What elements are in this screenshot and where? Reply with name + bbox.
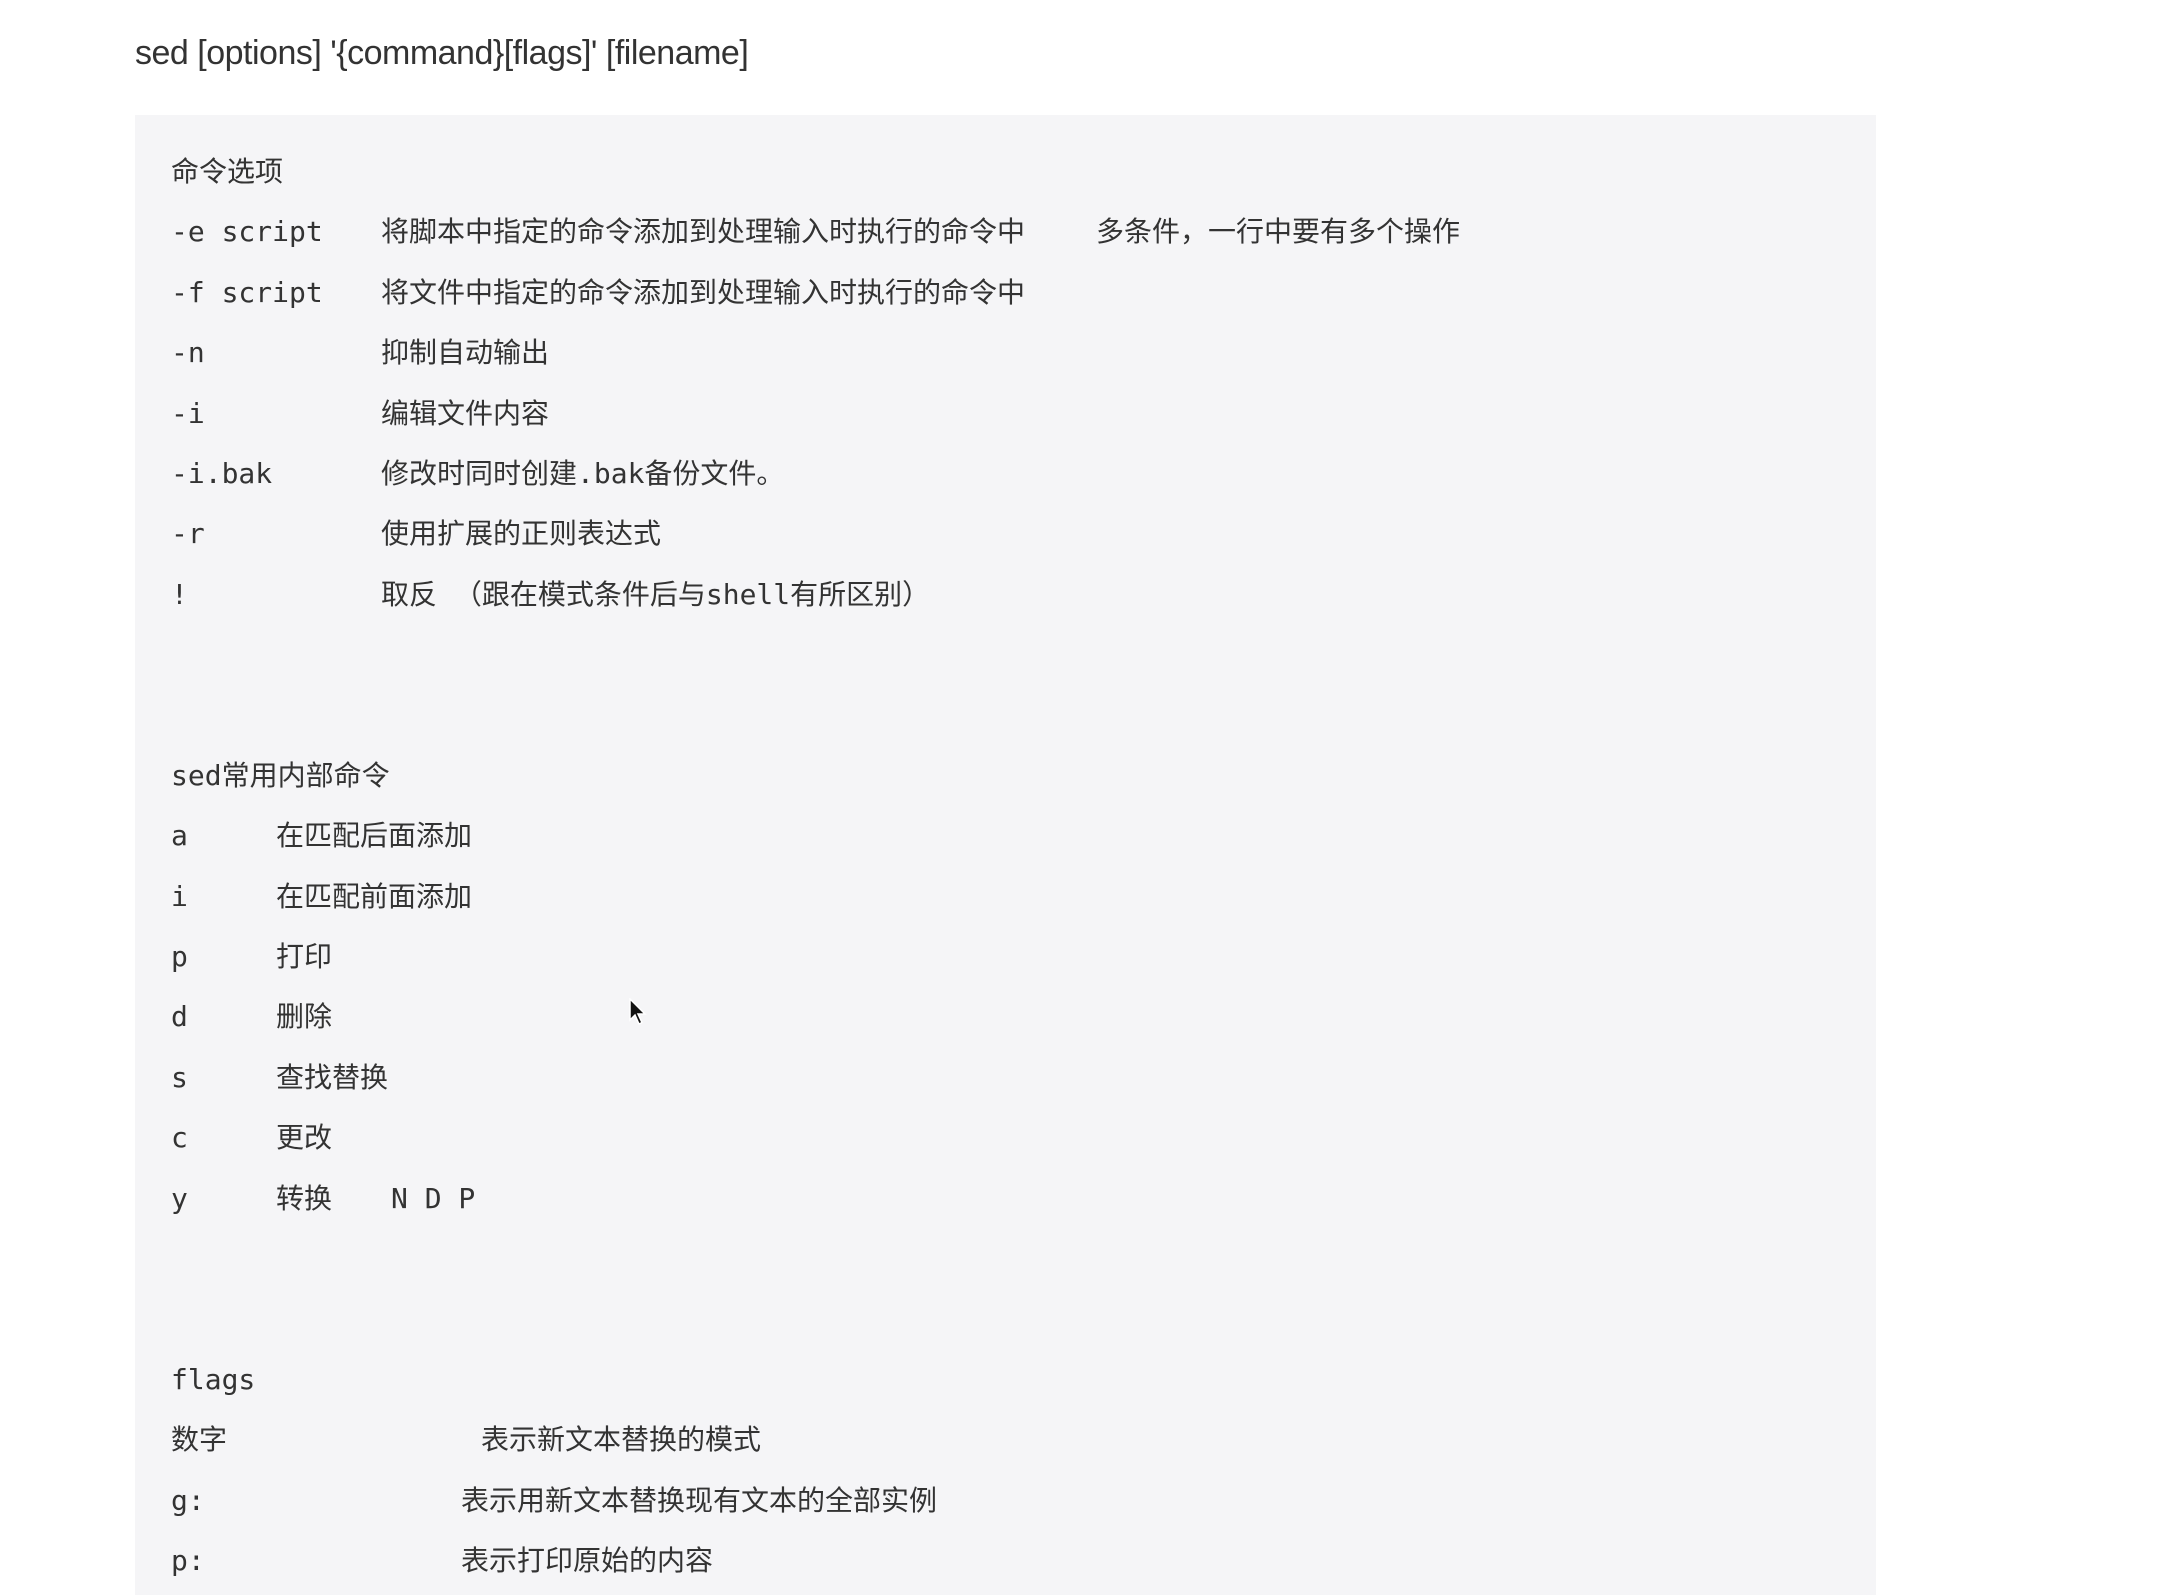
command-desc: 转换 [276, 1181, 333, 1215]
option-desc: 编辑文件内容 [381, 396, 550, 430]
command-key: y [171, 1181, 188, 1215]
option-desc: 将脚本中指定的命令添加到处理输入时执行的命令中 [381, 215, 1026, 249]
heading-text: 命令选项 [171, 155, 284, 188]
command-key: d [171, 1000, 188, 1034]
option-key: -f script [171, 275, 323, 309]
flag-key: 数字 [171, 1423, 228, 1457]
command-key: s [171, 1060, 188, 1094]
command-desc: 在匹配后面添加 [276, 819, 473, 853]
command-key: p [171, 940, 188, 974]
command-note: N D P [391, 1181, 476, 1215]
code-block: 命令选项 -e script 将脚本中指定的命令添加到处理输入时执行的命令中 多条件… [135, 115, 1876, 1595]
option-key: -n [171, 336, 205, 370]
command-key: a [171, 819, 188, 853]
command-key: i [171, 879, 188, 913]
option-note: 多条件，一行中要有多个操作 [1096, 215, 1461, 249]
option-key: -i [171, 396, 205, 430]
command-desc: 删除 [276, 1000, 333, 1034]
option-desc: 使用扩展的正则表达式 [381, 517, 662, 551]
command-desc: 更改 [276, 1121, 333, 1155]
option-desc: 将文件中指定的命令添加到处理输入时执行的命令中 [381, 275, 1026, 309]
option-key: ! [171, 577, 188, 611]
command-desc: 打印 [276, 940, 333, 974]
command-desc: 在匹配前面添加 [276, 879, 473, 913]
flag-key: g: [171, 1483, 205, 1517]
heading-text: flags [171, 1362, 256, 1396]
option-key: -e script [171, 215, 323, 249]
mouse-pointer-icon [629, 998, 647, 1026]
flag-desc: 表示新文本替换的模式 [481, 1423, 762, 1457]
flag-desc: 表示打印原始的内容 [461, 1543, 714, 1577]
option-key: -r [171, 517, 205, 551]
heading-text: sed常用内部命令 [171, 758, 390, 792]
option-desc: 抑制自动输出 [381, 336, 550, 370]
flag-desc: 表示用新文本替换现有文本的全部实例 [461, 1483, 938, 1517]
flag-key: p: [171, 1543, 205, 1577]
command-syntax-title: sed [options] '{command}[flags]' [filena… [135, 34, 749, 72]
option-desc: 修改时同时创建.bak备份文件。 [381, 456, 785, 490]
command-desc: 查找替换 [276, 1060, 389, 1094]
command-key: c [171, 1121, 188, 1155]
option-desc: 取反 （跟在模式条件后与shell有所区别） [381, 577, 931, 611]
option-key: -i.bak [171, 456, 273, 490]
